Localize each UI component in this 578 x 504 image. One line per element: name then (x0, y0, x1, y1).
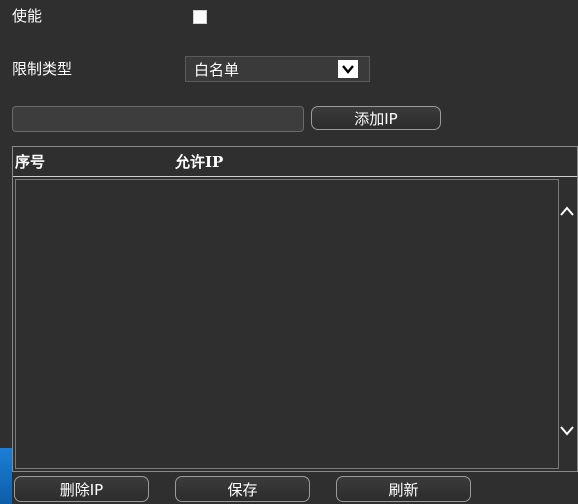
allowed-ip-table: 序号 允许IP (12, 146, 578, 472)
chevron-down-icon[interactable] (560, 426, 574, 436)
vertical-scrollbar[interactable] (559, 178, 577, 470)
chevron-down-icon-shape (342, 65, 354, 74)
chevron-up-icon[interactable] (560, 206, 574, 216)
windows-logo-icon (0, 448, 12, 504)
chevron-down-icon[interactable] (338, 60, 358, 78)
refresh-button[interactable]: 刷新 (336, 476, 471, 502)
table-header: 序号 允许IP (13, 147, 577, 177)
table-body[interactable] (15, 179, 559, 469)
save-button[interactable]: 保存 (175, 476, 310, 502)
column-header-index: 序号 (15, 153, 46, 171)
enable-checkbox[interactable] (193, 10, 207, 24)
column-header-allowed-ip: 允许IP (175, 153, 224, 171)
add-ip-button[interactable]: 添加IP (311, 106, 441, 130)
delete-ip-button[interactable]: 删除IP (14, 476, 149, 502)
enable-label: 使能 (12, 7, 43, 25)
limit-type-value: 白名单 (194, 61, 240, 79)
limit-type-select[interactable]: 白名单 (185, 56, 370, 82)
limit-type-label: 限制类型 (12, 60, 73, 78)
ip-input[interactable] (12, 106, 304, 132)
